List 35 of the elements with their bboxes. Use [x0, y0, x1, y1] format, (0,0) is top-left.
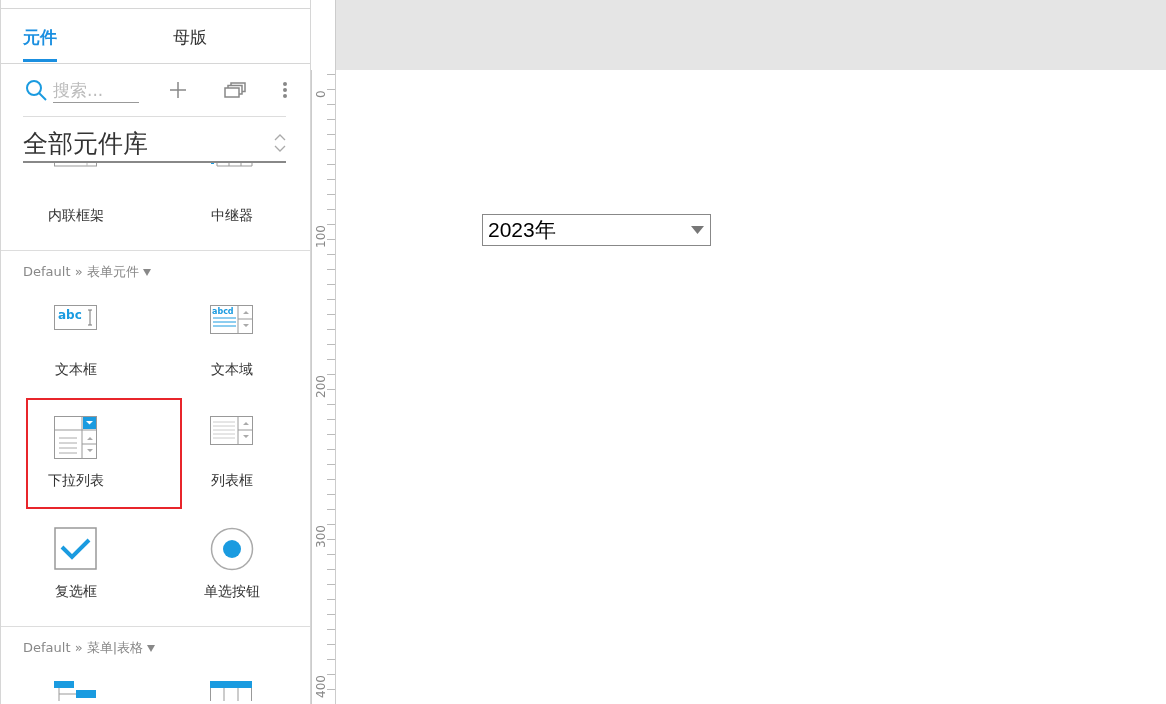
library-select[interactable]: 全部元件库 [23, 125, 286, 163]
widget-item[interactable]: abcd 文本域 [210, 287, 254, 398]
section-title[interactable]: Default » 表单元件 [23, 263, 139, 281]
section-title[interactable]: Default » 菜单|表格 [23, 639, 144, 657]
widget-item[interactable]: 下拉列表 [48, 398, 104, 509]
widget-item[interactable]: abc 文本框 [54, 287, 98, 398]
list-box-icon [210, 416, 254, 446]
panel-tab[interactable]: 母版 [173, 18, 207, 62]
caret-icon[interactable] [142, 268, 151, 276]
ruler-label: 200 [314, 375, 328, 398]
text-area-icon: abcd [210, 305, 254, 335]
year-dropdown[interactable]: 2023年 [482, 214, 711, 246]
widget-item[interactable]: 列表框 [210, 398, 254, 509]
panel-tab[interactable]: 元件 [23, 18, 57, 62]
ruler-label: 400 [314, 675, 328, 698]
tree-menu-icon [54, 681, 98, 701]
widget-item[interactable]: 中继器 [211, 163, 253, 244]
search-icon [25, 79, 47, 101]
widget-item[interactable]: 内联框架 [48, 163, 104, 244]
dropdown-list-icon [54, 416, 98, 460]
table-icon [210, 681, 254, 701]
up-down-chevron-icon [274, 132, 286, 154]
widget-item[interactable]: 复选框 [54, 509, 98, 620]
radio-button-icon [210, 527, 254, 571]
checkbox-icon [54, 527, 98, 571]
windows-icon[interactable] [224, 82, 246, 98]
widget-item[interactable]: 单选按钮 [204, 509, 260, 620]
caret-icon[interactable] [147, 644, 156, 652]
more-icon[interactable] [282, 81, 288, 99]
ruler-label: 300 [314, 525, 328, 548]
caret-icon [691, 226, 704, 234]
ruler-label: 0 [314, 90, 328, 98]
ruler-label: 100 [314, 225, 328, 248]
add-icon[interactable] [170, 82, 186, 98]
text-field-icon: abc [54, 305, 98, 331]
